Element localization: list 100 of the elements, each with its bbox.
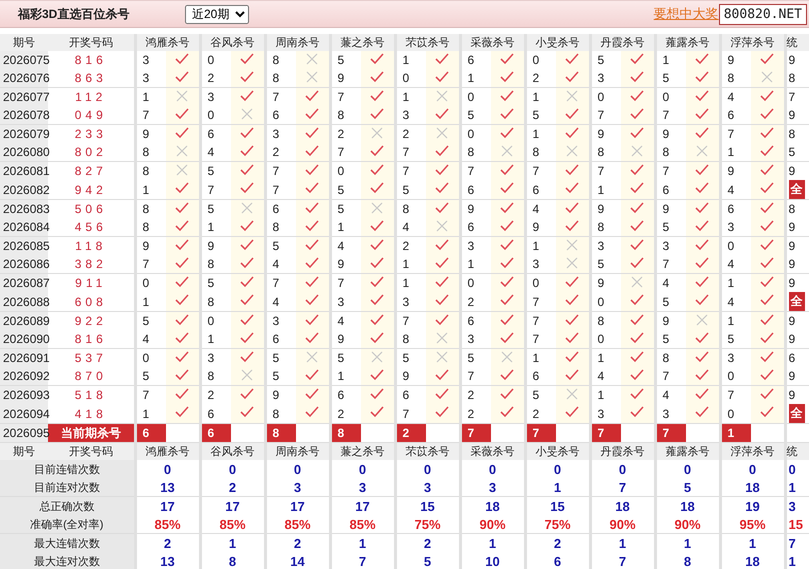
draw-number: 049 <box>48 106 135 124</box>
current-kill-number: 2 <box>395 424 426 442</box>
stat-summary: 1 <box>785 478 809 496</box>
draw-number: 608 <box>48 292 135 312</box>
stat-value: 18 <box>720 552 785 569</box>
stat-value: 18 <box>460 496 525 515</box>
draw-number: 506 <box>48 200 135 218</box>
stat-value: 1 <box>590 534 655 552</box>
stat-value: 0 <box>330 460 395 478</box>
stat-summary: 1 <box>785 552 809 569</box>
stat-value: 0 <box>525 460 590 478</box>
draw-number: 870 <box>48 367 135 386</box>
period-cell: 2026079 <box>0 124 48 143</box>
period-cell: 2026076 <box>0 69 48 88</box>
stat-value: 2 <box>265 534 330 552</box>
stat-label: 准确率(全对率) <box>0 515 135 534</box>
summary-count: 9 <box>788 239 796 253</box>
stat-value: 0 <box>135 460 200 478</box>
stat-value: 19 <box>720 496 785 515</box>
stat-value: 0 <box>200 460 265 478</box>
column-header: 蒹之杀号 <box>330 34 395 51</box>
stat-value: 85% <box>330 515 395 534</box>
stat-value: 90% <box>655 515 720 534</box>
stat-value: 75% <box>525 515 590 534</box>
stat-label: 最大连对次数 <box>0 552 135 569</box>
stat-value: 8 <box>655 552 720 569</box>
stat-value: 85% <box>265 515 330 534</box>
stat-value: 1 <box>200 534 265 552</box>
period-cell: 2026091 <box>0 348 48 367</box>
summary-count: 8 <box>788 127 796 141</box>
draw-number: 816 <box>48 330 135 348</box>
column-header: 统 <box>785 442 809 460</box>
column-header: 开奖号码 <box>48 442 135 460</box>
stat-value: 17 <box>200 496 265 515</box>
column-header: 蒹之杀号 <box>330 442 395 460</box>
summary-count: 9 <box>788 388 796 402</box>
column-header: 鸿雁杀号 <box>135 442 200 460</box>
stat-value: 7 <box>590 552 655 569</box>
period-cell: 2026087 <box>0 274 48 292</box>
period-cell: 2026082 <box>0 180 48 200</box>
stat-label: 总正确次数 <box>0 496 135 515</box>
draw-number: 863 <box>48 69 135 88</box>
summary-count: 7 <box>788 90 796 104</box>
stat-value: 18 <box>590 496 655 515</box>
current-kill-label: 当前期杀号 <box>48 424 135 442</box>
stat-value: 85% <box>135 515 200 534</box>
column-header: 小旻杀号 <box>525 442 590 460</box>
summary-count: 9 <box>788 332 796 346</box>
stat-value: 1 <box>655 534 720 552</box>
summary-count: 9 <box>788 220 796 234</box>
current-kill-number: 7 <box>525 424 556 442</box>
column-header: 采薇杀号 <box>460 442 525 460</box>
summary-count: 9 <box>788 164 796 178</box>
stat-value: 0 <box>395 460 460 478</box>
stat-value: 0 <box>720 460 785 478</box>
stat-value: 2 <box>200 478 265 496</box>
period-cell: 2026077 <box>0 88 48 106</box>
all-hit-badge: 全 <box>788 180 804 199</box>
period-cell: 2026075 <box>0 51 48 69</box>
stat-label: 最大连错次数 <box>0 534 135 552</box>
period-cell: 2026081 <box>0 162 48 180</box>
stat-value: 15 <box>395 496 460 515</box>
stat-value: 0 <box>590 460 655 478</box>
current-kill-number: 7 <box>460 424 491 442</box>
column-header: 统 <box>785 34 809 51</box>
column-header: 期号 <box>0 34 48 51</box>
summary-count: 9 <box>788 53 796 67</box>
stat-value: 90% <box>590 515 655 534</box>
current-kill-number: 7 <box>655 424 686 442</box>
current-kill-number: 7 <box>590 424 621 442</box>
column-header: 开奖号码 <box>48 34 135 51</box>
stat-value: 3 <box>460 478 525 496</box>
stat-value: 3 <box>395 478 460 496</box>
summary-count: 9 <box>788 276 796 290</box>
stat-value: 13 <box>135 552 200 569</box>
stat-summary: 3 <box>785 496 809 515</box>
draw-number: 518 <box>48 386 135 404</box>
period-select[interactable]: 近20期 <box>185 4 249 24</box>
summary-count: 9 <box>788 369 796 383</box>
period-cell: 2026088 <box>0 292 48 312</box>
stat-value: 17 <box>135 496 200 515</box>
stat-value: 1 <box>525 478 590 496</box>
period-cell: 2026083 <box>0 200 48 218</box>
column-header: 芣苡杀号 <box>395 442 460 460</box>
column-header: 蕹露杀号 <box>655 34 720 51</box>
current-kill-number: 8 <box>330 424 361 442</box>
draw-number: 382 <box>48 255 135 274</box>
stat-value: 75% <box>395 515 460 534</box>
column-header: 鸿雁杀号 <box>135 34 200 51</box>
stat-value: 3 <box>330 478 395 496</box>
period-cell: 2026090 <box>0 330 48 348</box>
stat-value: 3 <box>265 478 330 496</box>
period-cell: 2026086 <box>0 255 48 274</box>
stat-value: 0 <box>460 460 525 478</box>
period-cell: 2026078 <box>0 106 48 124</box>
stat-summary: 0 <box>785 460 809 478</box>
period-cell: 2026094 <box>0 404 48 424</box>
stat-value: 85% <box>200 515 265 534</box>
summary-count: 9 <box>788 257 796 271</box>
column-header: 谷风杀号 <box>200 34 265 51</box>
